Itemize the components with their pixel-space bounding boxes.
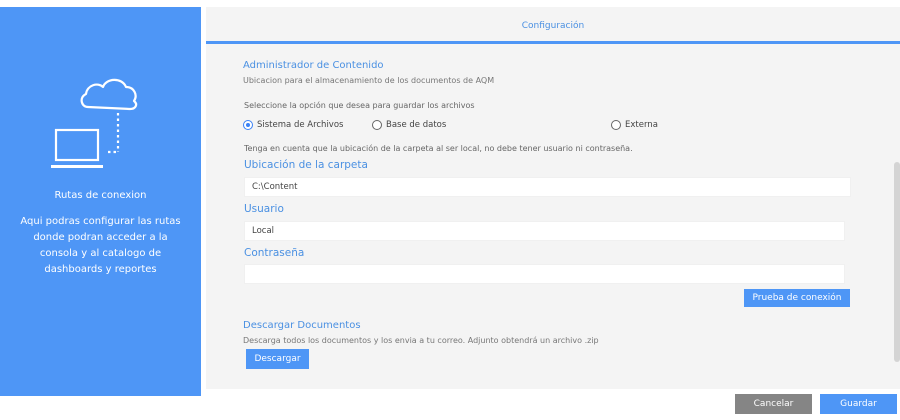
radio-unselected-icon <box>611 120 621 130</box>
radio-external-label: Externa <box>625 120 658 130</box>
folder-location-input[interactable] <box>244 177 851 197</box>
content-manager-subtitle: Ubicacion para el almacenamiento de los … <box>243 76 495 85</box>
test-connection-button[interactable]: Prueba de conexión <box>744 289 850 307</box>
password-label: Contraseña <box>244 247 305 259</box>
settings-panel: Configuración Administrador de Contenido… <box>206 7 900 389</box>
sidebar-title: Rutas de conexion <box>54 190 147 201</box>
settings-content: Administrador de Contenido Ubicacion par… <box>206 44 900 389</box>
radio-selected-icon <box>243 120 253 130</box>
user-input[interactable] <box>244 221 845 241</box>
local-folder-note: Tenga en cuenta que la ubicación de la c… <box>244 144 633 153</box>
sidebar-panel: Rutas de conexion Aqui podras configurar… <box>0 7 201 396</box>
folder-location-label: Ubicación de la carpeta <box>244 159 368 171</box>
radio-file-system-label: Sistema de Archivos <box>257 120 344 130</box>
download-button[interactable]: Descargar <box>246 349 309 369</box>
cloud-laptop-icon <box>51 78 138 168</box>
radio-file-system[interactable]: Sistema de Archivos <box>243 120 343 130</box>
password-input[interactable] <box>244 264 845 284</box>
download-documents-subtitle: Descarga todos los documentos y los envi… <box>243 336 599 345</box>
sidebar-description: Aqui podras configurar las rutas donde p… <box>20 216 181 275</box>
storage-option-prompt: Seleccione la opción que desea para guar… <box>244 101 475 110</box>
radio-external[interactable]: Externa <box>611 120 658 130</box>
scrollbar[interactable] <box>894 162 900 362</box>
radio-database-label: Base de datos <box>386 120 447 130</box>
radio-database[interactable]: Base de datos <box>372 120 446 130</box>
radio-unselected-icon <box>372 120 382 130</box>
download-documents-title: Descargar Documentos <box>243 320 361 331</box>
save-button[interactable]: Guardar <box>820 394 897 414</box>
page-title: Configuración <box>521 21 585 31</box>
storage-option-group: Sistema de Archivos Base de datos Extern… <box>243 120 843 134</box>
cancel-button[interactable]: Cancelar <box>735 394 812 414</box>
user-label: Usuario <box>244 203 284 215</box>
config-window: Rutas de conexion Aqui podras configurar… <box>0 0 900 420</box>
content-manager-title: Administrador de Contenido <box>243 60 384 71</box>
